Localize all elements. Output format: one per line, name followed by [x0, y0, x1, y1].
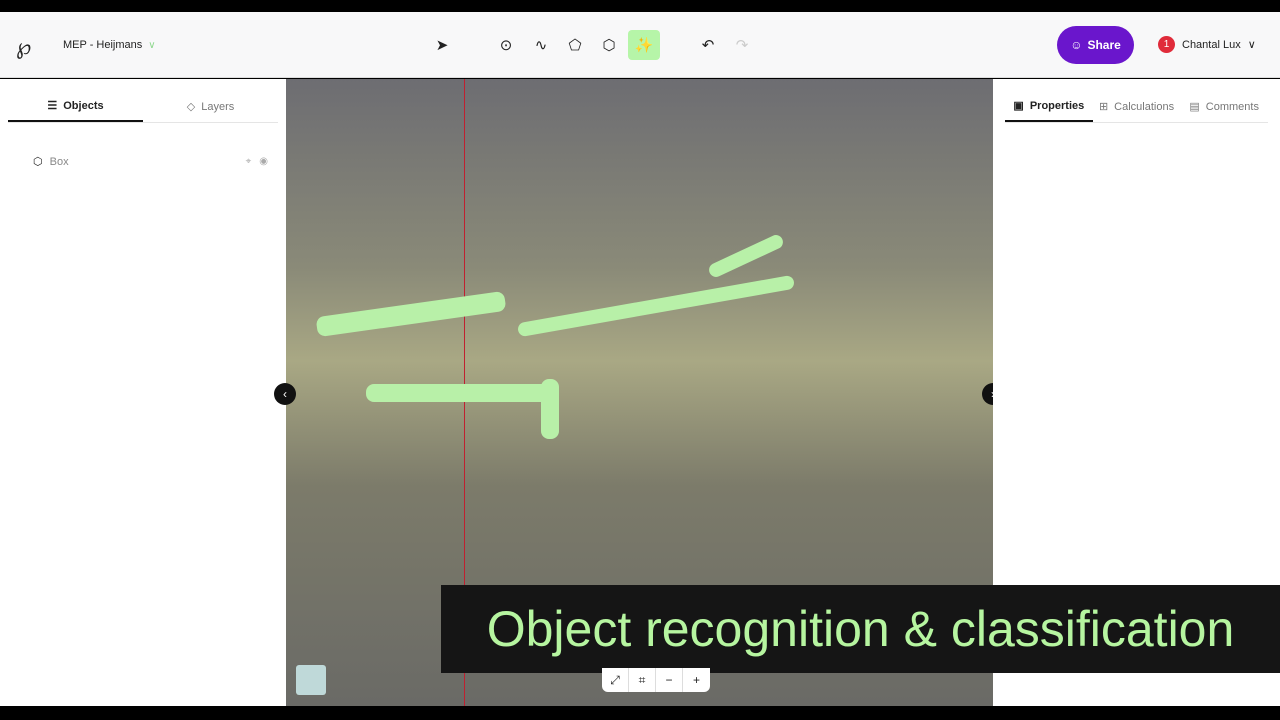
tab-objects[interactable]: ☰ Objects: [8, 91, 143, 122]
magic-wand-tool-icon[interactable]: ✨: [628, 30, 660, 60]
top-bar: ℘ MEP - Heijmans ∨ ➤ ⊙ ∿ ⬠ ⬡ ✨ ↶ ↷ ☺ Share…: [0, 12, 1280, 78]
app-logo[interactable]: ℘: [16, 34, 31, 60]
caption-overlay: Object recognition & classification: [441, 585, 1280, 673]
tab-properties[interactable]: ▣ Properties: [1005, 91, 1093, 122]
redo-icon[interactable]: ↷: [726, 30, 758, 60]
tab-calculations[interactable]: ⊞ Calculations: [1093, 91, 1181, 122]
fit-view-icon[interactable]: ⌗: [629, 668, 656, 692]
select-tool-icon[interactable]: ➤: [426, 30, 458, 60]
list-edit-icon: ☰: [47, 100, 58, 112]
focus-icon[interactable]: ⌖: [246, 156, 252, 167]
calculator-icon: ⊞: [1098, 101, 1109, 113]
undo-icon[interactable]: ↶: [692, 30, 724, 60]
polyline-tool-icon[interactable]: ∿: [525, 30, 557, 60]
zoom-controls: ⤢ ⌗ − +: [602, 668, 710, 692]
tab-layers[interactable]: ◇ Layers: [143, 91, 278, 122]
tab-comments[interactable]: ▤ Comments: [1180, 91, 1268, 122]
chart-icon: ▣: [1013, 100, 1024, 112]
zoom-in-icon[interactable]: +: [683, 668, 710, 692]
chevron-down-icon: ∨: [1247, 39, 1256, 51]
polygon-tool-icon[interactable]: ⬠: [559, 30, 591, 60]
minimap-thumbnail[interactable]: [296, 665, 326, 695]
box-tool-icon[interactable]: ⬡: [593, 30, 625, 60]
notification-badge[interactable]: 1: [1158, 36, 1175, 53]
share-button[interactable]: ☺ Share: [1057, 26, 1134, 64]
user-menu[interactable]: 1 Chantal Lux ∨: [1158, 36, 1256, 53]
left-panel: ☰ Objects ◇ Layers ⬡ Box ⌖ ◉: [0, 79, 286, 706]
eye-icon[interactable]: ◉: [259, 156, 268, 167]
list-item[interactable]: ⬡ Box ⌖ ◉: [33, 155, 268, 169]
users-icon: ☺: [1070, 38, 1083, 52]
pin-tool-icon[interactable]: ⊙: [490, 30, 522, 60]
chevron-down-icon: ∨: [148, 40, 156, 51]
cube-icon: ⬡: [33, 156, 43, 168]
comment-icon: ▤: [1189, 101, 1200, 113]
project-selector[interactable]: MEP - Heijmans ∨: [63, 39, 156, 51]
zoom-out-icon[interactable]: −: [656, 668, 683, 692]
fullscreen-icon[interactable]: ⤢: [602, 668, 629, 692]
chevron-left-icon[interactable]: ‹: [274, 383, 296, 405]
layers-icon: ◇: [186, 101, 196, 113]
